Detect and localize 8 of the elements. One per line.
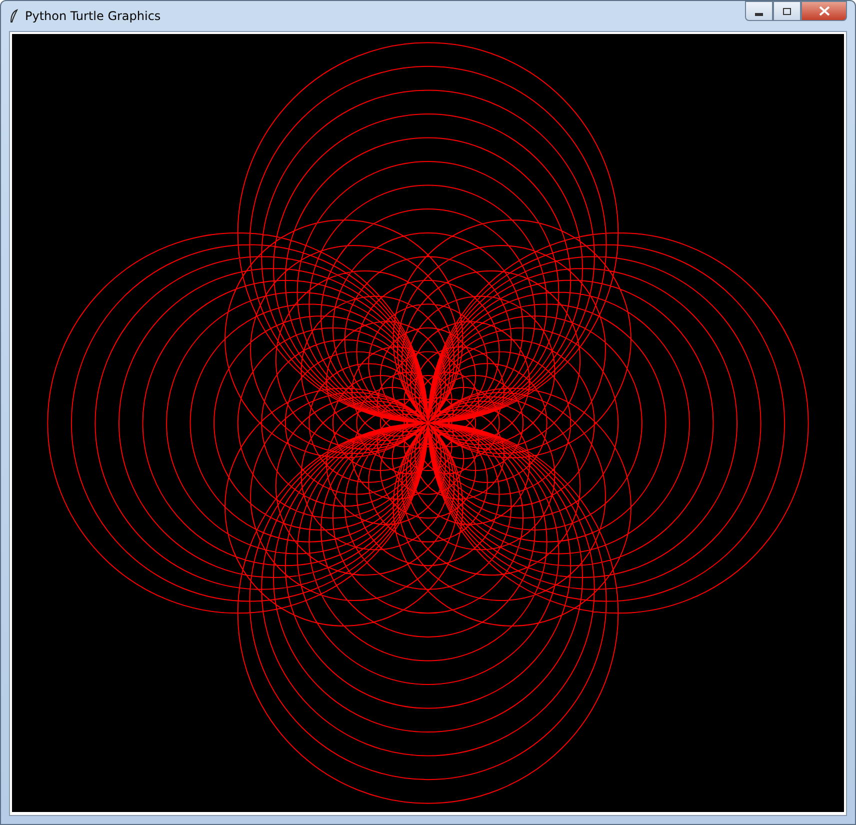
close-button[interactable] <box>801 1 847 21</box>
close-icon <box>818 6 830 16</box>
feather-icon <box>9 9 19 23</box>
maximize-icon <box>782 6 792 16</box>
window-title: Python Turtle Graphics <box>25 9 162 23</box>
minimize-icon <box>755 12 763 16</box>
minimize-button[interactable] <box>745 1 773 21</box>
maximize-button[interactable] <box>773 1 801 21</box>
